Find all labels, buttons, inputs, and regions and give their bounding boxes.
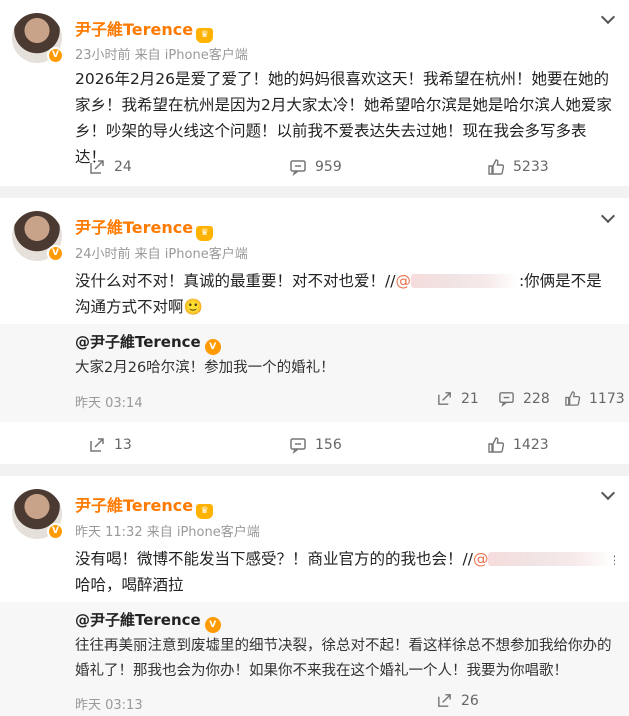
quoted-repost-button[interactable]: 26: [436, 692, 479, 709]
post-text-part: 没有喝！微博不能发当下感受？！商业官方的的我也会！//: [75, 550, 473, 568]
quoted-comment-count: 228: [523, 390, 550, 407]
quoted-post[interactable]: @尹子維Terence V 往往再美丽注意到废墟里的细节决裂，徐总对不起！看这样徐…: [0, 602, 629, 716]
quoted-repost-button[interactable]: 21: [436, 390, 479, 407]
action-bar: 13 156 1423: [0, 433, 629, 457]
crown-icon: ♛: [196, 504, 214, 519]
post-meta: 24小时前 来自 iPhone客户端: [75, 247, 248, 262]
blurred-username: [410, 274, 519, 288]
verified-badge-icon: V: [47, 523, 64, 540]
crown-icon: ♛: [196, 226, 214, 241]
avatar[interactable]: V: [12, 13, 64, 64]
avatar[interactable]: V: [12, 489, 64, 540]
author-name-label[interactable]: 尹子維Terence: [75, 218, 193, 237]
share-icon: [90, 160, 104, 174]
quoted-like-button[interactable]: 1173: [564, 390, 625, 407]
avatar[interactable]: V: [12, 211, 64, 262]
post-text: 没什么对不对！真诚的最重要！对不对也爱！//@:你俩是不是沟通方式不对啊🙂: [75, 268, 615, 320]
chevron-down-icon[interactable]: [601, 211, 615, 225]
post-text-line: 哈哈，喝醉酒拉: [75, 576, 184, 594]
like-count: 1423: [513, 437, 549, 453]
post-meta: 23小时前 来自 iPhone客户端: [75, 48, 248, 63]
repost-count: 24: [114, 159, 132, 175]
mention-link[interactable]: @: [473, 550, 614, 568]
chevron-down-icon[interactable]: [601, 12, 615, 26]
quoted-author-label[interactable]: @尹子維Terence: [75, 611, 201, 629]
quoted-text: 大家2月26哈尔滨！参加我一个的婚礼！: [75, 360, 335, 376]
crown-icon: ♛: [196, 28, 214, 43]
thumbs-up-icon: [488, 159, 505, 175]
author-name[interactable]: 尹子維Terence ♛: [75, 214, 214, 241]
weibo-feed: V 尹子維Terence ♛ 23小时前 来自 iPhone客户端 2026年2月…: [0, 0, 629, 716]
repost-button[interactable]: 24: [88, 155, 132, 179]
quoted-repost-count: 26: [461, 692, 479, 709]
post-text-part: 没什么对不对！真诚的最重要！对不对也爱！//: [75, 272, 396, 290]
comment-button[interactable]: 156: [289, 433, 342, 457]
author-name[interactable]: 尹子維Terence ♛: [75, 492, 214, 519]
thumbs-up-icon: [488, 437, 505, 453]
quoted-like-count: 1173: [589, 390, 625, 407]
thumbs-up-icon: [565, 391, 581, 406]
post-text: 没有喝！微博不能发当下感受？！商业官方的的我也会！//@ 给 哈哈，喝醉酒拉: [75, 546, 615, 598]
repost-count: 13: [114, 437, 132, 453]
like-button[interactable]: 1423: [487, 433, 549, 457]
quoted-author-label[interactable]: @尹子維Terence: [75, 333, 201, 351]
share-icon: [438, 694, 451, 707]
post-card-3: V 尹子維Terence ♛ 昨天 11:32 来自 iPhone客户端 没有喝！…: [0, 476, 629, 716]
comment-icon: [290, 438, 306, 454]
blurred-username: [488, 552, 614, 566]
comment-count: 156: [315, 437, 342, 453]
author-name-label[interactable]: 尹子維Terence: [75, 20, 193, 39]
post-meta: 昨天 11:32 来自 iPhone客户端: [75, 525, 260, 540]
quoted-author[interactable]: @尹子維Terence V: [75, 609, 221, 633]
share-icon: [90, 438, 104, 452]
like-count: 5233: [513, 159, 549, 175]
verified-badge-icon: V: [204, 339, 221, 355]
quoted-comment-button[interactable]: 228: [498, 390, 550, 407]
verified-badge-icon: V: [204, 617, 221, 633]
verified-badge-icon: V: [47, 47, 64, 64]
quoted-author[interactable]: @尹子維Terence V: [75, 331, 221, 355]
comment-button[interactable]: 959: [289, 155, 342, 179]
like-button[interactable]: 5233: [487, 155, 549, 179]
mention-prefix[interactable]: @: [395, 272, 411, 290]
smile-emoji-icon: 🙂: [183, 298, 203, 316]
quoted-time: 昨天 03:14: [75, 396, 143, 411]
author-name[interactable]: 尹子維Terence ♛: [75, 16, 214, 43]
mention-link[interactable]: @: [395, 272, 519, 290]
repost-button[interactable]: 13: [88, 433, 132, 457]
quoted-text: 往往再美丽注意到废墟里的细节决裂，徐总对不起！看这样徐总不想参加我给你办的婚礼了…: [75, 638, 612, 679]
post-text-part: 给: [613, 550, 615, 568]
comment-icon: [290, 160, 306, 176]
comment-count: 959: [315, 159, 342, 175]
post-card-1: V 尹子維Terence ♛ 23小时前 来自 iPhone客户端 2026年2月…: [0, 0, 629, 186]
quoted-post[interactable]: @尹子維Terence V 大家2月26哈尔滨！参加我一个的婚礼！ 昨天 03:1…: [0, 324, 629, 422]
quoted-repost-count: 21: [461, 390, 479, 407]
quoted-time: 昨天 03:13: [75, 698, 143, 713]
comment-icon: [499, 392, 514, 407]
author-name-label[interactable]: 尹子維Terence: [75, 496, 193, 515]
post-card-2: V 尹子維Terence ♛ 24小时前 来自 iPhone客户端 没什么对不对！…: [0, 198, 629, 464]
chevron-down-icon[interactable]: [601, 488, 615, 502]
mention-prefix[interactable]: @: [473, 550, 489, 568]
verified-badge-icon: V: [47, 245, 64, 262]
action-bar: 24 959 5233: [0, 155, 629, 179]
share-icon: [438, 392, 451, 405]
